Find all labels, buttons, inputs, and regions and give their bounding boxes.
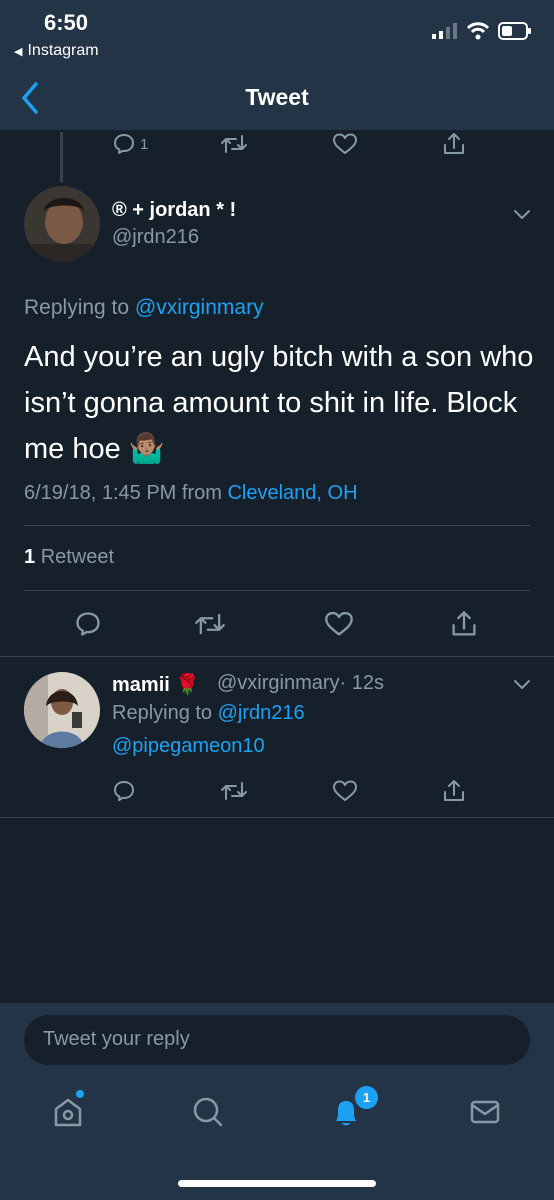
reply-retweet-button[interactable] (220, 771, 248, 811)
home-indicator (178, 1180, 376, 1187)
reply-reply-button[interactable] (112, 771, 136, 811)
retweet-label: Retweet (40, 546, 115, 568)
battery-icon (498, 22, 531, 40)
tweet-timestamp: 6/19/18, 1:45 PM from (24, 482, 222, 504)
display-name[interactable]: ® + jordan * ! (112, 199, 236, 222)
divider (0, 817, 554, 818)
header-bar: 6:50 ◀ Instagram Tweet (0, 0, 554, 130)
home-new-indicator (76, 1090, 84, 1098)
reply-button[interactable] (74, 604, 102, 644)
replying-to: Replying to @vxirginmary (24, 296, 264, 320)
reply-icon (114, 781, 134, 801)
reply-user-handle: @vxirginmary (217, 672, 340, 694)
divider (24, 525, 530, 526)
reply-display-name[interactable]: mamii 🌹 (112, 672, 200, 697)
profile-photo (24, 672, 100, 748)
parent-reply-count: 1 (140, 135, 149, 153)
parent-like-button[interactable] (332, 124, 358, 164)
parent-retweet-button[interactable] (220, 124, 248, 164)
retweet-button[interactable] (194, 604, 226, 644)
back-app-label: Instagram (27, 42, 99, 59)
share-icon (444, 780, 464, 801)
tweet-text: And you’re an ugly bitch with a son who … (24, 341, 534, 465)
like-button[interactable] (324, 604, 354, 644)
reply-replying-link[interactable]: @jrdn216 (218, 702, 305, 724)
reply-handle[interactable]: @vxirginmary· 12s (217, 672, 384, 695)
divider (24, 590, 530, 591)
heart-icon (333, 133, 357, 154)
notification-badge: 1 (355, 1086, 378, 1109)
reply-share-button[interactable] (442, 771, 466, 811)
parent-share-button[interactable] (442, 124, 466, 164)
messages-icon[interactable] (465, 1092, 505, 1132)
reply-icon (114, 134, 134, 154)
chevron-down-icon[interactable] (512, 208, 532, 222)
retweet-stats[interactable]: 1 Retweet (24, 546, 114, 569)
retweet-icon (221, 135, 247, 153)
signal-icon (432, 23, 457, 39)
search-icon[interactable] (188, 1092, 228, 1132)
parent-tweet-actions: 1 (0, 124, 554, 164)
retweet-count: 1 (24, 546, 36, 568)
main-tweet-actions (0, 604, 554, 644)
page-title: Tweet (245, 84, 309, 110)
back-triangle-icon: ◀ (14, 45, 23, 58)
replying-to-label: Replying to (24, 296, 130, 319)
share-icon (444, 133, 464, 154)
back-to-app-link[interactable]: ◀ Instagram (14, 42, 99, 60)
reply-input[interactable]: Tweet your reply (24, 1015, 530, 1065)
replying-to-link[interactable]: @vxirginmary (135, 296, 264, 319)
reply-text-mention[interactable]: @pipegameon10 (112, 735, 265, 758)
user-handle[interactable]: @jrdn216 (112, 226, 199, 249)
tweet-location-link[interactable]: Cleveland, OH (227, 482, 357, 504)
reply-icon (76, 612, 100, 636)
reply-time: · 12s (339, 672, 385, 694)
wifi-icon (466, 22, 490, 40)
reply-tweet-actions (0, 771, 554, 811)
reply-chevron-down-icon[interactable] (512, 678, 532, 692)
tweet-meta: 6/19/18, 1:45 PM from Cleveland, OH (24, 482, 358, 505)
share-button[interactable] (450, 604, 478, 644)
retweet-icon (195, 613, 225, 635)
retweet-icon (221, 782, 247, 800)
parent-reply-button[interactable]: 1 (112, 124, 148, 164)
heart-icon (333, 780, 357, 801)
heart-icon (325, 611, 353, 636)
reply-replying-label: Replying to (112, 702, 213, 724)
share-icon (452, 611, 476, 636)
reply-replying-to: Replying to @jrdn216 (112, 702, 305, 725)
status-icons (432, 22, 532, 40)
profile-photo (24, 186, 100, 262)
divider (0, 656, 554, 657)
status-time: 6:50 (44, 10, 89, 35)
avatar[interactable] (24, 186, 100, 262)
reply-like-button[interactable] (332, 771, 358, 811)
reply-avatar[interactable] (24, 672, 100, 748)
home-icon[interactable] (48, 1092, 88, 1132)
